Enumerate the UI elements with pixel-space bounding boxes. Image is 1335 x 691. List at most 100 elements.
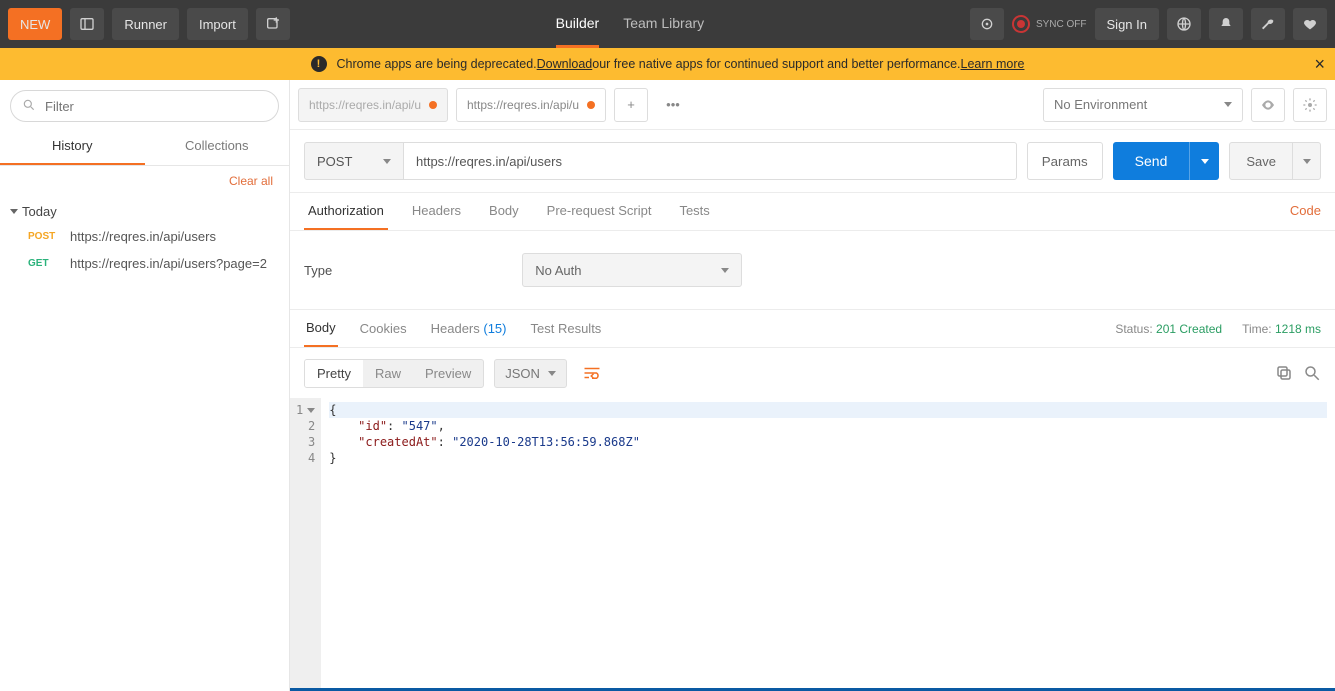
- chevron-down-icon: [1303, 159, 1311, 164]
- new-window-button[interactable]: [256, 8, 290, 40]
- time-label: Time:: [1242, 322, 1272, 336]
- topbar: NEW Runner Import Builder Team Library S…: [0, 0, 1335, 48]
- collapse-icon: [10, 209, 18, 214]
- tab-prerequest[interactable]: Pre-request Script: [543, 193, 656, 230]
- search-response-icon[interactable]: [1303, 364, 1321, 382]
- heart-icon: [1302, 16, 1318, 32]
- unsaved-dot-icon: [587, 101, 595, 109]
- history-method: GET: [28, 258, 60, 269]
- sidebar-tab-collections[interactable]: Collections: [145, 128, 290, 165]
- response-tab-headers[interactable]: Headers (15): [429, 311, 509, 346]
- response-tab-tests[interactable]: Test Results: [529, 311, 604, 346]
- send-button[interactable]: Send: [1113, 142, 1220, 180]
- time-value: 1218 ms: [1275, 322, 1321, 336]
- banner-close-button[interactable]: ×: [1314, 54, 1325, 75]
- sync-off-icon: [1012, 15, 1030, 33]
- save-button[interactable]: Save: [1229, 142, 1321, 180]
- banner-learn-link[interactable]: Learn more: [961, 57, 1025, 71]
- fold-icon[interactable]: [307, 408, 315, 413]
- code-link[interactable]: Code: [1290, 193, 1321, 230]
- status-label: Status:: [1115, 322, 1152, 336]
- layout-toggle-button[interactable]: [70, 8, 104, 40]
- new-button[interactable]: NEW: [8, 8, 62, 40]
- settings-button[interactable]: [1251, 8, 1285, 40]
- environment-selector[interactable]: No Environment: [1043, 88, 1243, 122]
- headers-count: (15): [483, 321, 506, 336]
- runner-button[interactable]: Runner: [112, 8, 179, 40]
- env-quicklook-button[interactable]: [1251, 88, 1285, 122]
- tab-options-button[interactable]: •••: [656, 88, 690, 122]
- sidebar: History Collections Clear all Today POST…: [0, 80, 290, 691]
- notifications-button[interactable]: [1209, 8, 1243, 40]
- history-item[interactable]: POST https://reqres.in/api/users: [0, 223, 289, 250]
- wrap-icon: [583, 366, 601, 380]
- history-method: POST: [28, 231, 60, 242]
- add-tab-button[interactable]: +: [614, 88, 648, 122]
- send-label: Send: [1113, 153, 1190, 169]
- method-selector[interactable]: POST: [304, 142, 404, 180]
- tab-authorization[interactable]: Authorization: [304, 193, 388, 230]
- filter-input[interactable]: [10, 90, 279, 122]
- workspace: History Collections Clear all Today POST…: [0, 80, 1335, 691]
- params-button[interactable]: Params: [1027, 142, 1103, 180]
- response-meta: Status: 201 Created Time: 1218 ms: [1115, 322, 1321, 336]
- sign-in-button[interactable]: Sign In: [1095, 8, 1159, 40]
- chevron-down-icon: [1224, 102, 1232, 107]
- send-dropdown[interactable]: [1189, 142, 1219, 180]
- response-tab-body[interactable]: Body: [304, 310, 338, 347]
- env-settings-button[interactable]: [1293, 88, 1327, 122]
- view-preview[interactable]: Preview: [413, 360, 483, 387]
- lang-label: JSON: [505, 366, 540, 381]
- code-body[interactable]: { "id": "547", "createdAt": "2020-10-28T…: [321, 398, 1335, 688]
- browse-button[interactable]: [1167, 8, 1201, 40]
- history-group-label: Today: [22, 204, 57, 219]
- new-window-icon: [265, 16, 281, 32]
- auth-type-selector[interactable]: No Auth: [522, 253, 742, 287]
- tab-tests[interactable]: Tests: [675, 193, 713, 230]
- tab-team-library[interactable]: Team Library: [623, 0, 704, 48]
- save-dropdown[interactable]: [1292, 142, 1320, 180]
- resp-createdAt: "2020-10-28T13:56:59.868Z": [452, 435, 640, 449]
- history-group-header[interactable]: Today: [0, 196, 289, 223]
- bell-icon: [1218, 16, 1234, 32]
- history-item[interactable]: GET https://reqres.in/api/users?page=2: [0, 250, 289, 277]
- status-value: 201 Created: [1156, 322, 1222, 336]
- filter-wrap: [0, 80, 289, 128]
- clear-all-button[interactable]: Clear all: [0, 166, 289, 196]
- gear-icon: [1302, 97, 1318, 113]
- auth-type-value: No Auth: [535, 263, 581, 278]
- sidebar-tab-history[interactable]: History: [0, 128, 145, 165]
- copy-icon[interactable]: [1275, 364, 1293, 382]
- tab-builder[interactable]: Builder: [556, 0, 600, 48]
- url-input[interactable]: [404, 142, 1017, 180]
- chevron-down-icon: [1201, 159, 1209, 164]
- unsaved-dot-icon: [429, 101, 437, 109]
- banner-download-link[interactable]: Download: [537, 57, 593, 71]
- auth-type-label: Type: [304, 263, 332, 278]
- view-mode-segment: Pretty Raw Preview: [304, 359, 484, 388]
- scope-icon: [979, 16, 995, 32]
- wrap-lines-button[interactable]: [577, 358, 607, 388]
- tab-body[interactable]: Body: [485, 193, 523, 230]
- response-tab-cookies[interactable]: Cookies: [358, 311, 409, 346]
- history-url: https://reqres.in/api/users: [70, 229, 216, 244]
- favorite-button[interactable]: [1293, 8, 1327, 40]
- sync-status[interactable]: SYNC OFF: [1012, 15, 1087, 33]
- request-subtab-bar: Authorization Headers Body Pre-request S…: [290, 193, 1335, 231]
- globe-icon: [1176, 16, 1192, 32]
- history-url: https://reqres.in/api/users?page=2: [70, 256, 267, 271]
- view-pretty[interactable]: Pretty: [305, 360, 363, 387]
- warning-icon: !: [311, 56, 327, 72]
- view-raw[interactable]: Raw: [363, 360, 413, 387]
- lang-selector[interactable]: JSON: [494, 359, 567, 388]
- request-tab[interactable]: https://reqres.in/api/u: [298, 88, 448, 122]
- import-button[interactable]: Import: [187, 8, 248, 40]
- banner-text-pre: Chrome apps are being deprecated.: [337, 57, 537, 71]
- capture-button[interactable]: [970, 8, 1004, 40]
- eye-icon: [1260, 97, 1276, 113]
- sidebar-tabs: History Collections: [0, 128, 289, 166]
- tab-headers[interactable]: Headers: [408, 193, 465, 230]
- request-tabs-row: https://reqres.in/api/u https://reqres.i…: [290, 80, 1335, 130]
- topbar-right: SYNC OFF Sign In: [970, 8, 1327, 40]
- request-tab-active[interactable]: https://reqres.in/api/u: [456, 88, 606, 122]
